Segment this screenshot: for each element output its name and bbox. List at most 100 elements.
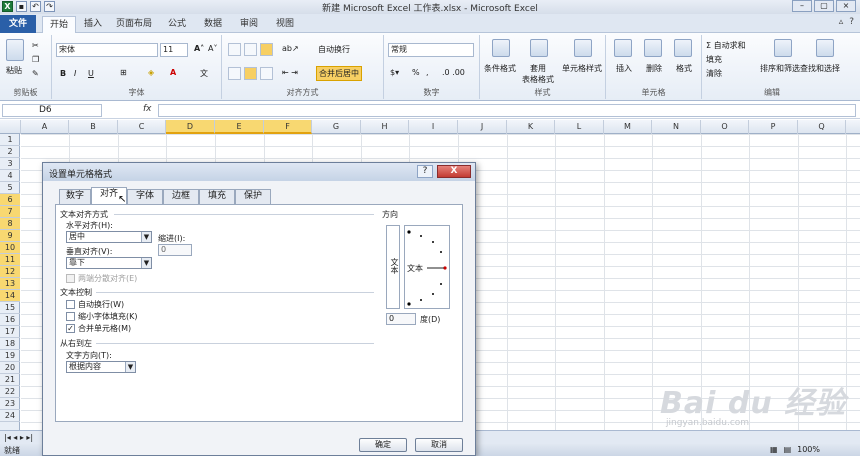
column-header[interactable]: J xyxy=(458,120,507,134)
conditional-format-button[interactable]: 条件格式 xyxy=(484,63,516,74)
tab-page-layout[interactable]: 页面布局 xyxy=(112,16,156,33)
clear-button[interactable]: 清除 xyxy=(706,68,722,79)
fx-icon[interactable]: fx xyxy=(143,104,152,114)
phonetic-icon[interactable]: 文 xyxy=(200,68,208,79)
font-name-select[interactable]: 宋体 xyxy=(56,43,158,57)
find-select-icon[interactable] xyxy=(816,39,834,57)
degrees-spinner[interactable]: 0 xyxy=(386,313,416,325)
delete-cells-icon[interactable] xyxy=(644,39,662,57)
column-header[interactable]: H xyxy=(361,120,409,134)
column-header[interactable]: M xyxy=(604,120,652,134)
row-header[interactable]: 9 xyxy=(0,230,20,242)
tab-review[interactable]: 审阅 xyxy=(234,16,264,33)
ribbon-minimize-icon[interactable]: ▵ xyxy=(839,17,844,27)
column-header[interactable]: L xyxy=(555,120,604,134)
row-header[interactable]: 14 xyxy=(0,290,20,302)
tab-number[interactable]: 数字 xyxy=(59,189,91,204)
comma-icon[interactable]: , xyxy=(426,68,429,77)
help-icon[interactable]: ? xyxy=(849,17,854,27)
orientation-dial[interactable]: 文本 xyxy=(404,225,450,309)
insert-cells-icon[interactable] xyxy=(614,39,632,57)
row-header[interactable]: 12 xyxy=(0,266,20,278)
align-left-icon[interactable] xyxy=(228,67,241,80)
row-header[interactable]: 23 xyxy=(0,398,20,410)
table-format-icon[interactable] xyxy=(530,39,548,57)
tab-view[interactable]: 视图 xyxy=(270,16,300,33)
middle-align-icon[interactable] xyxy=(244,43,257,56)
merge-cells-checkbox[interactable]: ✓ xyxy=(66,324,75,333)
column-header[interactable]: E xyxy=(215,120,264,134)
percent-icon[interactable]: % xyxy=(412,68,420,77)
delete-button[interactable]: 删除 xyxy=(646,63,662,74)
row-header[interactable]: 8 xyxy=(0,218,20,230)
page-layout-icon[interactable]: ▤ xyxy=(784,445,792,454)
row-header[interactable]: 6 xyxy=(0,194,20,206)
paste-icon[interactable] xyxy=(6,39,24,61)
row-header[interactable]: 3 xyxy=(0,158,20,170)
normal-view-icon[interactable]: ▦ xyxy=(770,445,778,454)
minimize-button[interactable]: – xyxy=(792,0,812,12)
row-header[interactable]: 7 xyxy=(0,206,20,218)
column-header[interactable]: I xyxy=(409,120,458,134)
bottom-align-icon[interactable] xyxy=(260,43,273,56)
format-button[interactable]: 格式 xyxy=(676,63,692,74)
top-align-icon[interactable] xyxy=(228,43,241,56)
cut-icon[interactable]: ✂ xyxy=(32,41,39,50)
copy-icon[interactable]: ❐ xyxy=(32,55,39,64)
row-header[interactable]: 2 xyxy=(0,146,20,158)
tab-data[interactable]: 数据 xyxy=(198,16,228,33)
font-color-icon[interactable]: A xyxy=(170,68,176,77)
tab-formulas[interactable]: 公式 xyxy=(162,16,192,33)
find-select-button[interactable]: 查找和选择 xyxy=(800,63,840,74)
shrink-to-fit-checkbox[interactable] xyxy=(66,312,75,321)
justify-distributed-checkbox[interactable] xyxy=(66,274,75,283)
borders-icon[interactable]: ⊞ xyxy=(120,68,127,77)
bold-icon[interactable]: B xyxy=(60,69,66,78)
tab-file[interactable]: 文件 xyxy=(0,15,36,33)
align-center-icon[interactable] xyxy=(244,67,257,80)
column-header[interactable]: G xyxy=(312,120,361,134)
close-window-button[interactable]: × xyxy=(836,0,856,12)
grow-font-icon[interactable]: A˄ xyxy=(194,44,204,53)
tab-protection[interactable]: 保护 xyxy=(235,189,271,204)
column-header[interactable]: C xyxy=(118,120,166,134)
dialog-help-button[interactable]: ? xyxy=(417,165,433,178)
row-header[interactable]: 1 xyxy=(0,134,20,146)
column-header[interactable]: Q xyxy=(798,120,846,134)
font-size-select[interactable]: 11 xyxy=(160,43,188,57)
ok-button[interactable]: 确定 xyxy=(359,438,407,452)
row-header[interactable]: 10 xyxy=(0,242,20,254)
cell-style-icon[interactable] xyxy=(574,39,592,57)
format-cells-icon[interactable] xyxy=(674,39,692,57)
row-header[interactable]: 5 xyxy=(0,182,20,194)
wrap-text-checkbox[interactable] xyxy=(66,300,75,309)
zoom-level[interactable]: 100% xyxy=(797,445,820,454)
row-header[interactable]: 20 xyxy=(0,362,20,374)
row-header[interactable]: 18 xyxy=(0,338,20,350)
decimal-icons[interactable]: .0 .00 xyxy=(442,68,465,77)
column-header[interactable]: B xyxy=(69,120,118,134)
underline-icon[interactable]: U xyxy=(88,69,94,78)
row-header[interactable]: 17 xyxy=(0,326,20,338)
fill-color-icon[interactable]: ◈ xyxy=(148,68,154,77)
vertical-select[interactable]: 靠下 ▼ xyxy=(66,257,152,269)
autosum-button[interactable]: Σ 自动求和 xyxy=(706,40,746,51)
conditional-format-icon[interactable] xyxy=(492,39,510,57)
row-header[interactable]: 4 xyxy=(0,170,20,182)
number-format-select[interactable]: 常规 xyxy=(388,43,474,57)
cancel-button[interactable]: 取消 xyxy=(415,438,463,452)
indent-icons[interactable]: ⇤ ⇥ xyxy=(282,68,298,77)
sheet-nav-icons[interactable]: |◂ ◂ ▸ ▸| xyxy=(4,433,33,442)
row-header[interactable]: 24 xyxy=(0,410,20,422)
italic-icon[interactable]: I xyxy=(74,69,76,78)
vertical-text-box[interactable]: 文本 xyxy=(386,225,400,309)
format-painter-icon[interactable]: ✎ xyxy=(32,69,39,78)
row-header[interactable]: 11 xyxy=(0,254,20,266)
sort-filter-button[interactable]: 排序和筛选 xyxy=(760,63,800,74)
row-header[interactable]: 21 xyxy=(0,374,20,386)
row-header[interactable]: 22 xyxy=(0,386,20,398)
indent-spinner[interactable]: 0 xyxy=(158,244,192,256)
tab-fill[interactable]: 填充 xyxy=(199,189,235,204)
shrink-font-icon[interactable]: A˅ xyxy=(208,44,217,53)
align-right-icon[interactable] xyxy=(260,67,273,80)
